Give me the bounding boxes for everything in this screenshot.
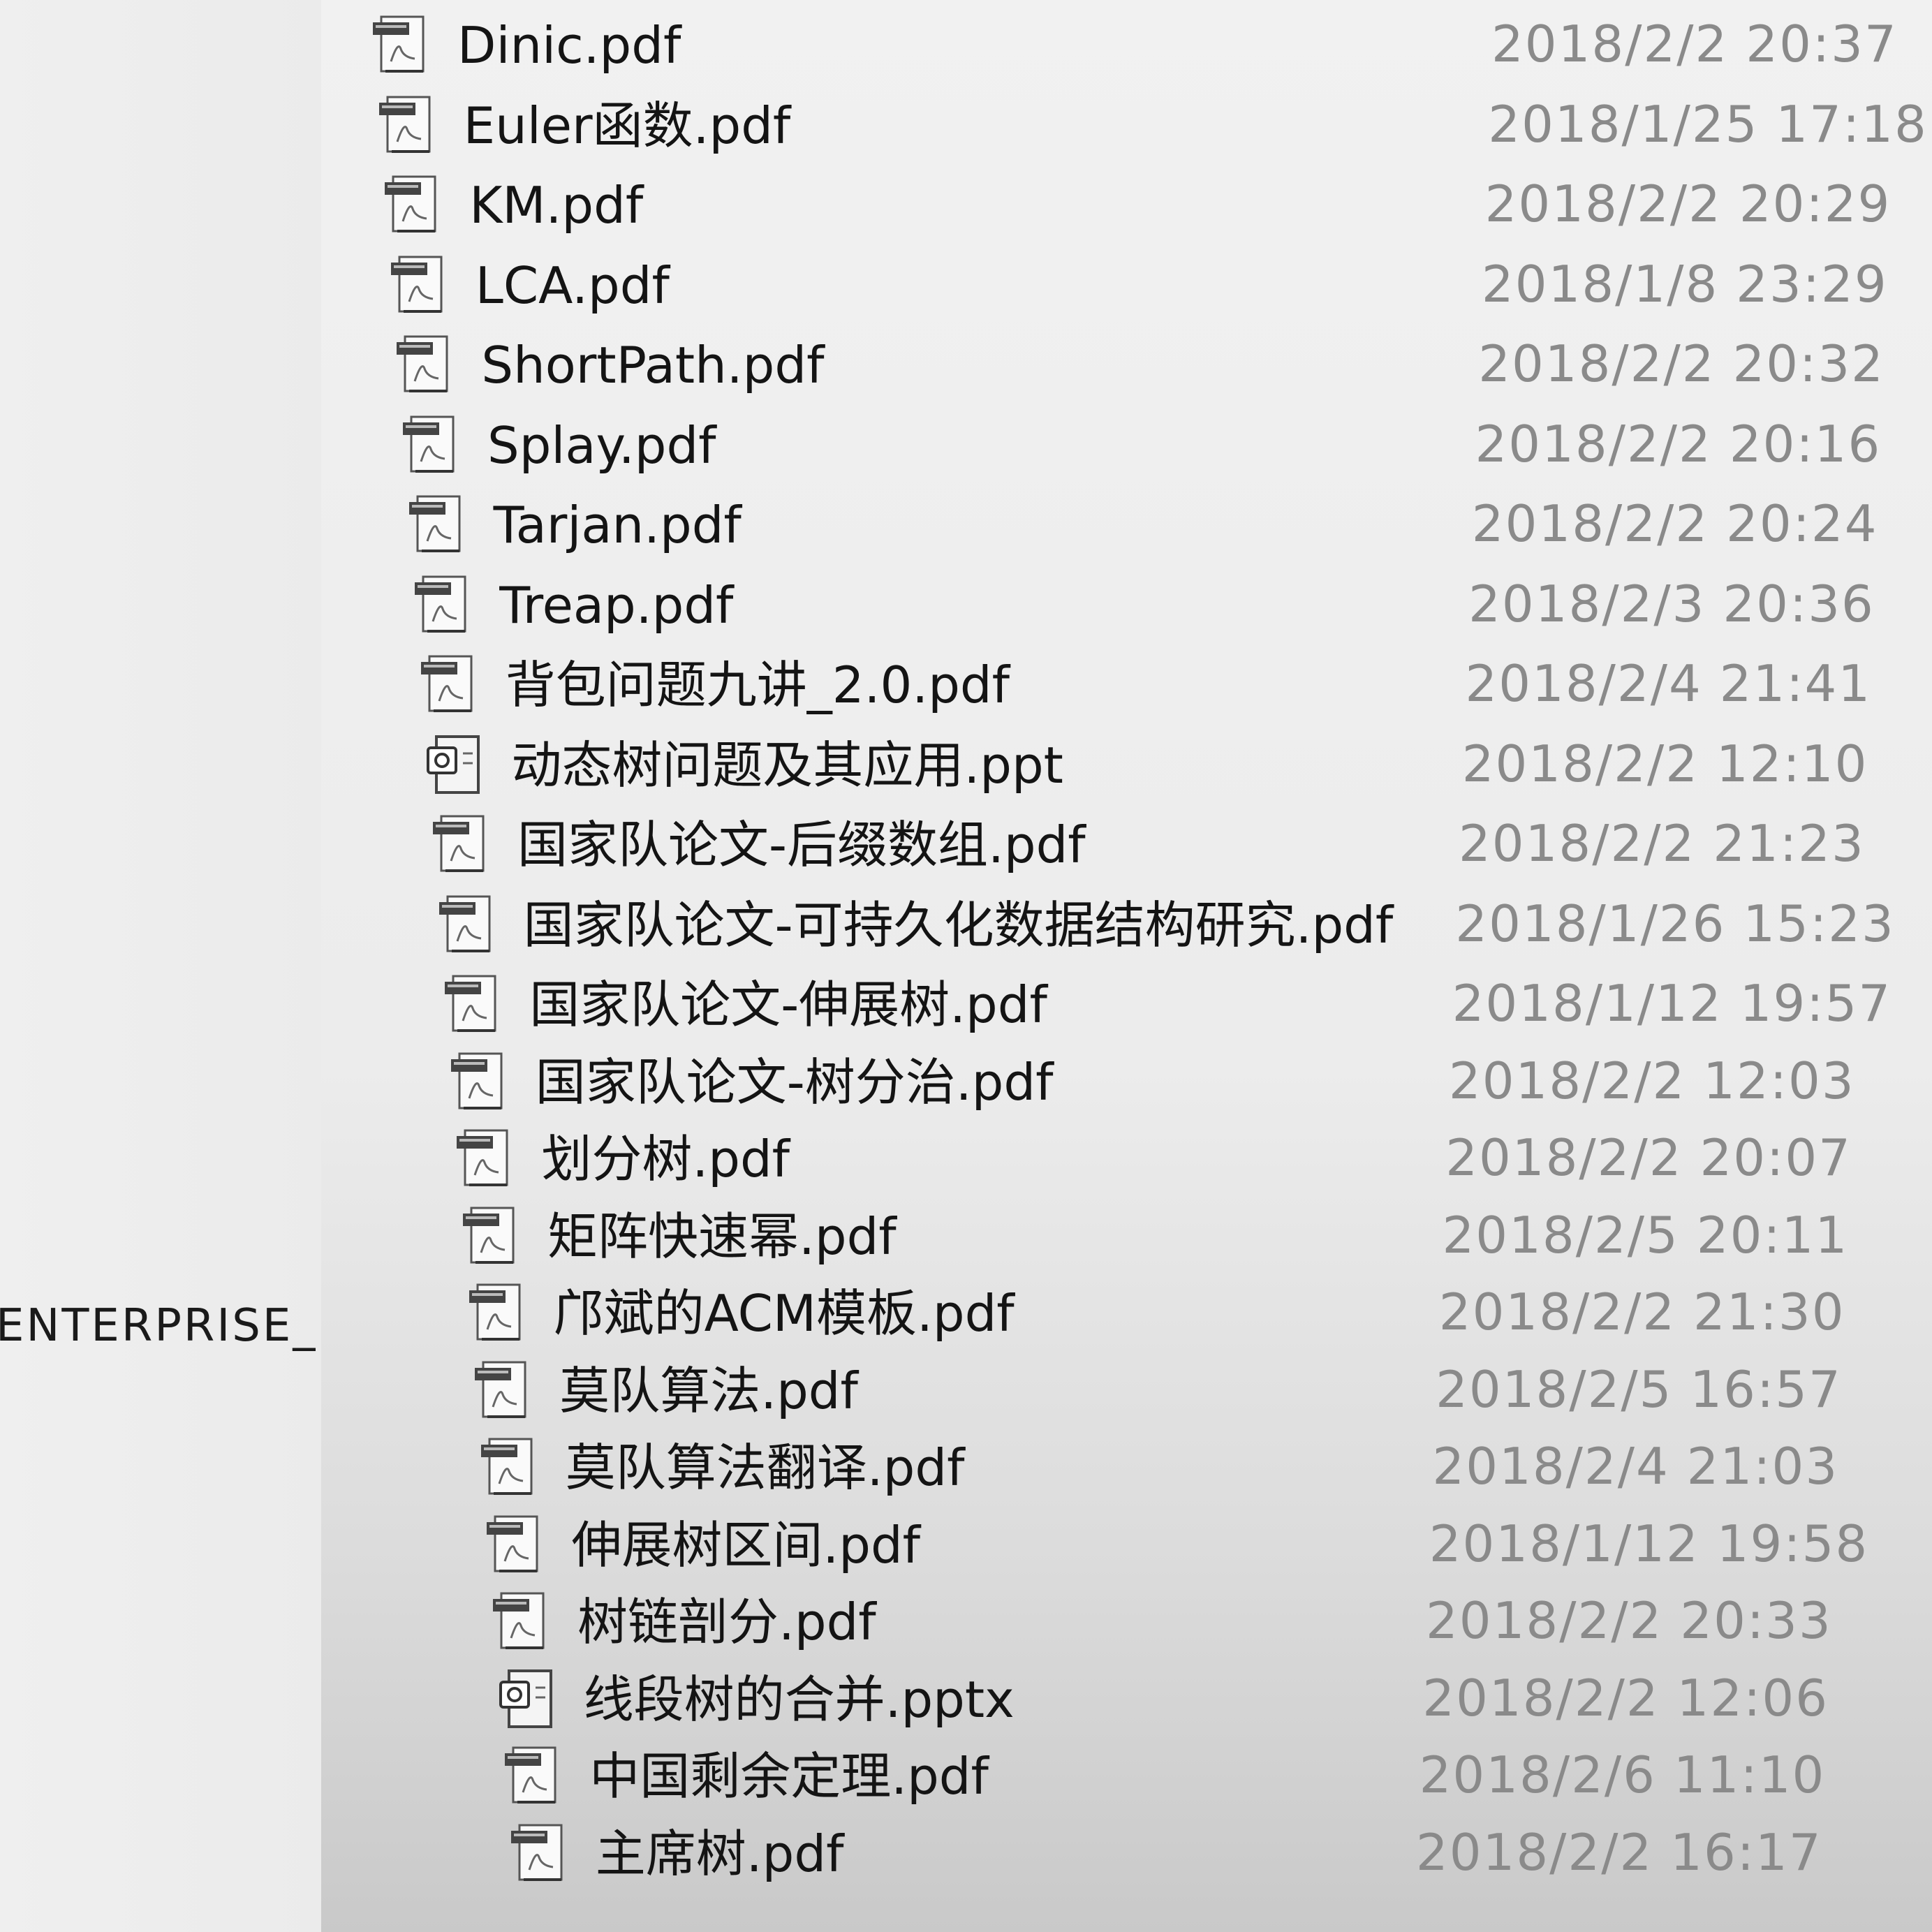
file-modified-date: 2018/2/2 20:32 [1478, 334, 1885, 393]
pdf-file-icon [484, 1512, 548, 1577]
file-name[interactable]: Tarjan.pdf [494, 494, 742, 556]
pdf-file-icon [436, 892, 501, 957]
file-modified-date: 2018/2/2 12:03 [1448, 1051, 1855, 1110]
file-row[interactable]: 国家队论文-伸展树.pdf 2018/1/12 19:57 [0, 972, 1932, 1049]
file-name[interactable]: 矩阵快速幂.pdf [547, 1205, 897, 1268]
file-name[interactable]: 划分树.pdf [541, 1128, 790, 1190]
file-list: Dinic.pdf 2018/2/2 20:37 Euler函数.pdf 2018/1… [0, 0, 1932, 1932]
file-row[interactable]: Splay.pdf 2018/2/2 20:16 [0, 413, 1932, 489]
pdf-file-icon [454, 1126, 518, 1190]
file-modified-date: 2018/2/6 11:10 [1419, 1746, 1826, 1804]
pdf-file-icon [394, 332, 458, 397]
pptx-file-icon [496, 1667, 561, 1731]
file-name[interactable]: 背包问题九讲_2.0.pdf [506, 654, 1010, 716]
file-modified-date: 2018/1/12 19:57 [1452, 974, 1892, 1033]
file-row[interactable]: Tarjan.pdf 2018/2/2 20:24 [0, 492, 1932, 569]
pdf-file-icon [430, 812, 494, 876]
pdf-file-icon [478, 1435, 543, 1499]
file-modified-date: 2018/1/25 17:18 [1488, 94, 1928, 154]
file-name[interactable]: Dinic.pdf [457, 14, 681, 77]
file-name[interactable]: 国家队论文-树分治.pdf [536, 1051, 1054, 1114]
file-modified-date: 2018/2/2 16:17 [1415, 1822, 1822, 1882]
file-modified-date: 2018/1/8 23:29 [1481, 254, 1888, 314]
file-modified-date: 2018/2/2 12:06 [1422, 1668, 1829, 1727]
file-name[interactable]: 动态树问题及其应用.ppt [511, 734, 1063, 797]
file-row[interactable]: ShortPath.pdf 2018/2/2 20:32 [0, 332, 1932, 409]
file-name[interactable]: Treap.pdf [499, 574, 733, 637]
pdf-file-icon [508, 1821, 573, 1885]
pdf-file-icon [490, 1589, 554, 1653]
file-name[interactable]: 莫队算法.pdf [559, 1359, 858, 1422]
file-row[interactable]: 邝斌的ACM模板.pdf 2018/2/2 21:30 [0, 1281, 1932, 1357]
file-name[interactable]: 线段树的合并.pptx [584, 1668, 1015, 1731]
file-modified-date: 2018/2/2 20:16 [1475, 414, 1882, 473]
pdf-file-icon [388, 253, 452, 317]
file-row[interactable]: 划分树.pdf 2018/2/2 20:07 [0, 1126, 1932, 1203]
ppt-file-icon [424, 732, 488, 797]
file-row[interactable]: 国家队论文-后缀数组.pdf 2018/2/2 21:23 [0, 812, 1932, 889]
file-modified-date: 2018/2/4 21:41 [1465, 654, 1872, 713]
file-name[interactable]: Euler函数.pdf [464, 94, 791, 157]
file-row[interactable]: KM.pdf 2018/2/2 20:29 [0, 172, 1932, 249]
pdf-file-icon [448, 1049, 513, 1114]
file-row[interactable]: 中国剩余定理.pdf 2018/2/6 11:10 [0, 1743, 1932, 1820]
pdf-file-icon [376, 93, 441, 157]
file-row[interactable]: 莫队算法.pdf 2018/2/5 16:57 [0, 1358, 1932, 1435]
file-name[interactable]: 主席树.pdf [596, 1822, 844, 1885]
file-name[interactable]: 国家队论文-可持久化数据结构研究.pdf [524, 894, 1394, 957]
pdf-file-icon [370, 13, 434, 77]
file-modified-date: 2018/1/12 19:58 [1429, 1514, 1869, 1573]
file-modified-date: 2018/2/2 20:24 [1471, 494, 1878, 553]
file-row[interactable]: Euler函数.pdf 2018/1/25 17:18 [0, 93, 1932, 170]
file-row[interactable]: 莫队算法翻译.pdf 2018/2/4 21:03 [0, 1435, 1932, 1512]
pdf-file-icon [400, 413, 464, 477]
file-modified-date: 2018/2/4 21:03 [1432, 1437, 1839, 1496]
file-row[interactable]: 矩阵快速幂.pdf 2018/2/5 20:11 [0, 1204, 1932, 1281]
file-name[interactable]: 国家队论文-伸展树.pdf [529, 973, 1047, 1036]
file-name[interactable]: 莫队算法翻译.pdf [566, 1436, 965, 1499]
file-name[interactable]: 伸展树区间.pdf [571, 1514, 920, 1577]
file-modified-date: 2018/2/2 12:10 [1461, 734, 1868, 793]
pdf-file-icon [442, 972, 506, 1036]
file-name[interactable]: Splay.pdf [487, 414, 716, 477]
file-row[interactable]: 主席树.pdf 2018/2/2 16:17 [0, 1821, 1932, 1898]
file-modified-date: 2018/2/5 20:11 [1442, 1205, 1849, 1264]
pdf-file-icon [412, 573, 476, 637]
pdf-file-icon [472, 1358, 536, 1422]
file-row[interactable]: 动态树问题及其应用.ppt 2018/2/2 12:10 [0, 732, 1932, 809]
file-modified-date: 2018/2/2 20:29 [1484, 175, 1892, 233]
file-row[interactable]: 国家队论文-树分治.pdf 2018/2/2 12:03 [0, 1049, 1932, 1126]
file-row[interactable]: LCA.pdf 2018/1/8 23:29 [0, 253, 1932, 330]
file-modified-date: 2018/2/2 20:33 [1426, 1591, 1832, 1650]
file-name[interactable]: KM.pdf [469, 174, 643, 237]
file-name[interactable]: ShortPath.pdf [481, 334, 824, 397]
file-modified-date: 2018/2/2 21:23 [1459, 814, 1865, 873]
file-row[interactable]: 树链剖分.pdf 2018/2/2 20:33 [0, 1589, 1932, 1666]
file-name[interactable]: 中国剩余定理.pdf [589, 1745, 989, 1808]
file-row[interactable]: 伸展树区间.pdf 2018/1/12 19:58 [0, 1512, 1932, 1589]
pdf-file-icon [406, 492, 471, 556]
file-row[interactable]: 国家队论文-可持久化数据结构研究.pdf 2018/1/26 15:23 [0, 892, 1932, 969]
pdf-file-icon [460, 1204, 524, 1268]
pdf-file-icon [418, 652, 482, 716]
file-modified-date: 2018/2/3 20:36 [1468, 574, 1875, 633]
file-modified-date: 2018/1/26 15:23 [1455, 894, 1895, 953]
file-modified-date: 2018/2/2 20:37 [1491, 15, 1898, 73]
pdf-file-icon [502, 1743, 566, 1808]
file-name[interactable]: 国家队论文-后缀数组.pdf [517, 813, 1086, 876]
file-row[interactable]: Dinic.pdf 2018/2/2 20:37 [0, 13, 1932, 89]
file-name[interactable]: LCA.pdf [475, 254, 670, 317]
pdf-file-icon [466, 1281, 531, 1345]
file-modified-date: 2018/2/5 16:57 [1436, 1359, 1842, 1419]
file-name[interactable]: 邝斌的ACM模板.pdf [554, 1282, 1015, 1345]
file-row[interactable]: 背包问题九讲_2.0.pdf 2018/2/4 21:41 [0, 652, 1932, 729]
pdf-file-icon [382, 172, 446, 237]
file-name[interactable]: 树链剖分.pdf [577, 1591, 876, 1653]
file-modified-date: 2018/2/2 20:07 [1445, 1128, 1852, 1187]
file-modified-date: 2018/2/2 21:30 [1438, 1283, 1845, 1341]
file-row[interactable]: Treap.pdf 2018/2/3 20:36 [0, 573, 1932, 649]
file-row[interactable]: 线段树的合并.pptx 2018/2/2 12:06 [0, 1667, 1932, 1743]
